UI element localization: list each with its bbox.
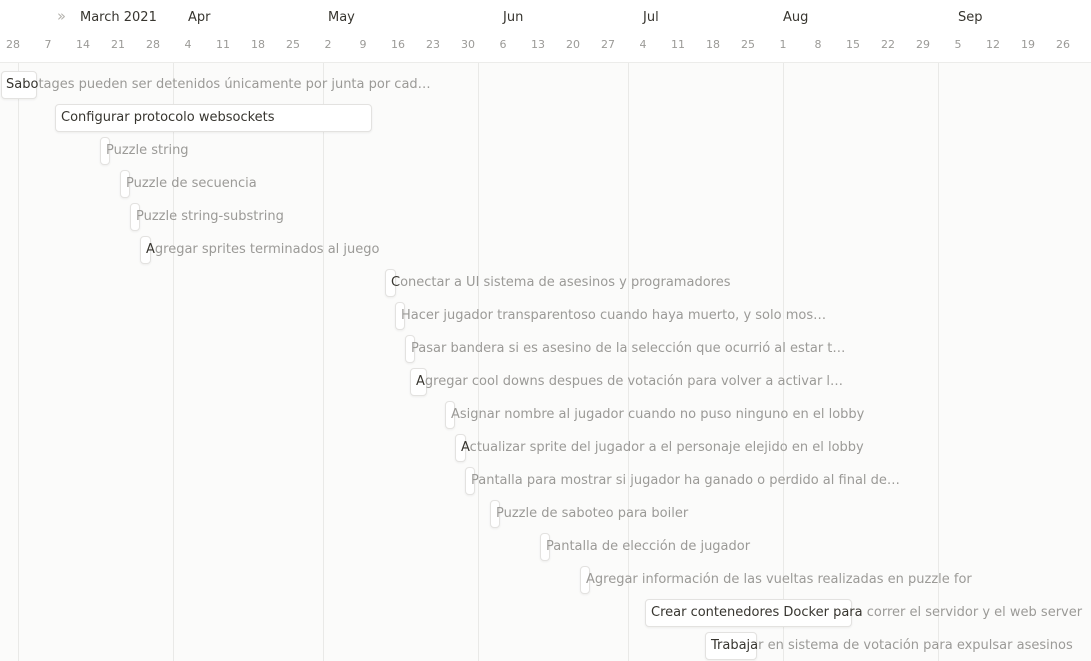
task-title[interactable]: Puzzle string-substring — [136, 203, 284, 231]
task-title[interactable]: Puzzle de secuencia — [126, 170, 257, 198]
day-label: 13 — [531, 38, 545, 51]
day-label: 20 — [566, 38, 580, 51]
day-label: 4 — [639, 38, 647, 51]
day-label: 28 — [146, 38, 160, 51]
timeline-header: ›› March 2021 Apr May Jun Jul Aug Sep 28 7 14 21 28… — [0, 0, 1091, 63]
task-title-overflow: ctualizar sprite del jugador a el person… — [469, 440, 864, 455]
task-title-overflow: Hacer jugador transparentoso cuando haya… — [401, 308, 827, 323]
day-label: 23 — [426, 38, 440, 51]
task-title[interactable]: Asignar nombre al jugador cuando no puso… — [451, 401, 864, 429]
task-title-overflow: gregar sprites terminados al juego — [154, 242, 380, 257]
task-title-overflow: Puzzle de saboteo para boiler — [496, 506, 689, 521]
task-title-overflow: Agregar información de las vueltas reali… — [586, 572, 972, 587]
day-label: 21 — [111, 38, 125, 51]
task-title-inside: Trabaja — [711, 638, 759, 653]
task-title-inside: A — [461, 440, 470, 455]
task-title-overflow: Puzzle string — [106, 143, 189, 158]
month-label: May — [328, 10, 355, 25]
task-title[interactable]: Configurar protocolo websockets — [61, 104, 275, 132]
task-title[interactable]: Agregar cool downs despues de votación p… — [416, 368, 843, 396]
task-title-overflow: Asignar nombre al jugador cuando no puso… — [451, 407, 865, 422]
month-label: Apr — [188, 10, 211, 25]
day-label: 30 — [461, 38, 475, 51]
day-label: 22 — [881, 38, 895, 51]
task-title-overflow: Puzzle de secuencia — [126, 176, 257, 191]
task-title[interactable]: Puzzle string — [106, 137, 189, 165]
task-title[interactable]: Pantalla para mostrar si jugador ha gana… — [471, 467, 900, 495]
day-label: 2 — [324, 38, 332, 51]
task-title[interactable]: Agregar información de las vueltas reali… — [586, 566, 972, 594]
day-label: 25 — [286, 38, 300, 51]
task-title-overflow: r en sistema de votación para expulsar a… — [758, 638, 1073, 653]
day-label: 8 — [814, 38, 822, 51]
task-title-inside: Sabo — [6, 77, 39, 92]
day-label: 19 — [1021, 38, 1035, 51]
month-label: March 2021 — [80, 10, 157, 25]
task-title[interactable]: Conectar a UI sistema de asesinos y prog… — [391, 269, 730, 297]
day-label: 5 — [954, 38, 962, 51]
day-label: 11 — [216, 38, 230, 51]
day-label: 29 — [916, 38, 930, 51]
task-title-overflow: Pantalla de elección de jugador — [546, 539, 751, 554]
day-label: 14 — [76, 38, 90, 51]
double-chevron-left-icon[interactable]: ›› — [57, 7, 66, 25]
task-title-overflow: tages pueden ser detenidos únicamente po… — [38, 77, 431, 92]
day-label: 16 — [391, 38, 405, 51]
month-label: Aug — [783, 10, 809, 25]
day-label: 28 — [6, 38, 20, 51]
task-title[interactable]: Pasar bandera si es asesino de la selecc… — [411, 335, 845, 363]
day-label: 7 — [44, 38, 52, 51]
day-label: 18 — [251, 38, 265, 51]
day-label: 27 — [601, 38, 615, 51]
task-title-overflow: Pasar bandera si es asesino de la selecc… — [411, 341, 846, 356]
task-title-inside: A — [416, 374, 425, 389]
task-title-inside: Configurar protocolo websockets — [61, 110, 275, 125]
day-label: 15 — [846, 38, 860, 51]
task-title[interactable]: Agregar sprites terminados al juego — [146, 236, 379, 264]
task-title[interactable]: Actualizar sprite del jugador a el perso… — [461, 434, 864, 462]
task-title-overflow: Pantalla para mostrar si jugador ha gana… — [471, 473, 900, 488]
day-label: 9 — [359, 38, 367, 51]
task-title[interactable]: Trabajar en sistema de votación para exp… — [711, 632, 1073, 660]
task-title-inside: C — [391, 275, 401, 290]
day-label: 18 — [706, 38, 720, 51]
day-label: 6 — [499, 38, 507, 51]
task-title-inside: Crear contenedores Docker para — [651, 605, 863, 620]
task-title[interactable]: Crear contenedores Docker para correr el… — [651, 599, 1082, 627]
timeline-view: ›› March 2021 Apr May Jun Jul Aug Sep 28 7 14 21 28… — [0, 0, 1091, 661]
month-label: Sep — [958, 10, 983, 25]
day-label: 12 — [986, 38, 1000, 51]
task-title-overflow: correr el servidor y el web server — [862, 605, 1083, 620]
task-title-overflow: Puzzle string-substring — [136, 209, 284, 224]
task-title-overflow: onectar a UI sistema de asesinos y progr… — [400, 275, 731, 290]
task-title[interactable]: Pantalla de elección de jugador — [546, 533, 750, 561]
month-label: Jul — [643, 10, 659, 25]
day-label: 1 — [779, 38, 787, 51]
task-title[interactable]: Puzzle de saboteo para boiler — [496, 500, 688, 528]
month-label: Jun — [503, 10, 524, 25]
day-label: 11 — [671, 38, 685, 51]
day-label: 26 — [1056, 38, 1070, 51]
task-title[interactable]: Sabotages pueden ser detenidos únicament… — [6, 71, 431, 99]
month-divider — [18, 63, 19, 661]
day-label: 4 — [184, 38, 192, 51]
task-title[interactable]: Hacer jugador transparentoso cuando haya… — [401, 302, 826, 330]
task-title-overflow: gregar cool downs despues de votación pa… — [424, 374, 844, 389]
task-title-inside: A — [146, 242, 155, 257]
day-label: 25 — [741, 38, 755, 51]
month-divider — [323, 63, 324, 661]
